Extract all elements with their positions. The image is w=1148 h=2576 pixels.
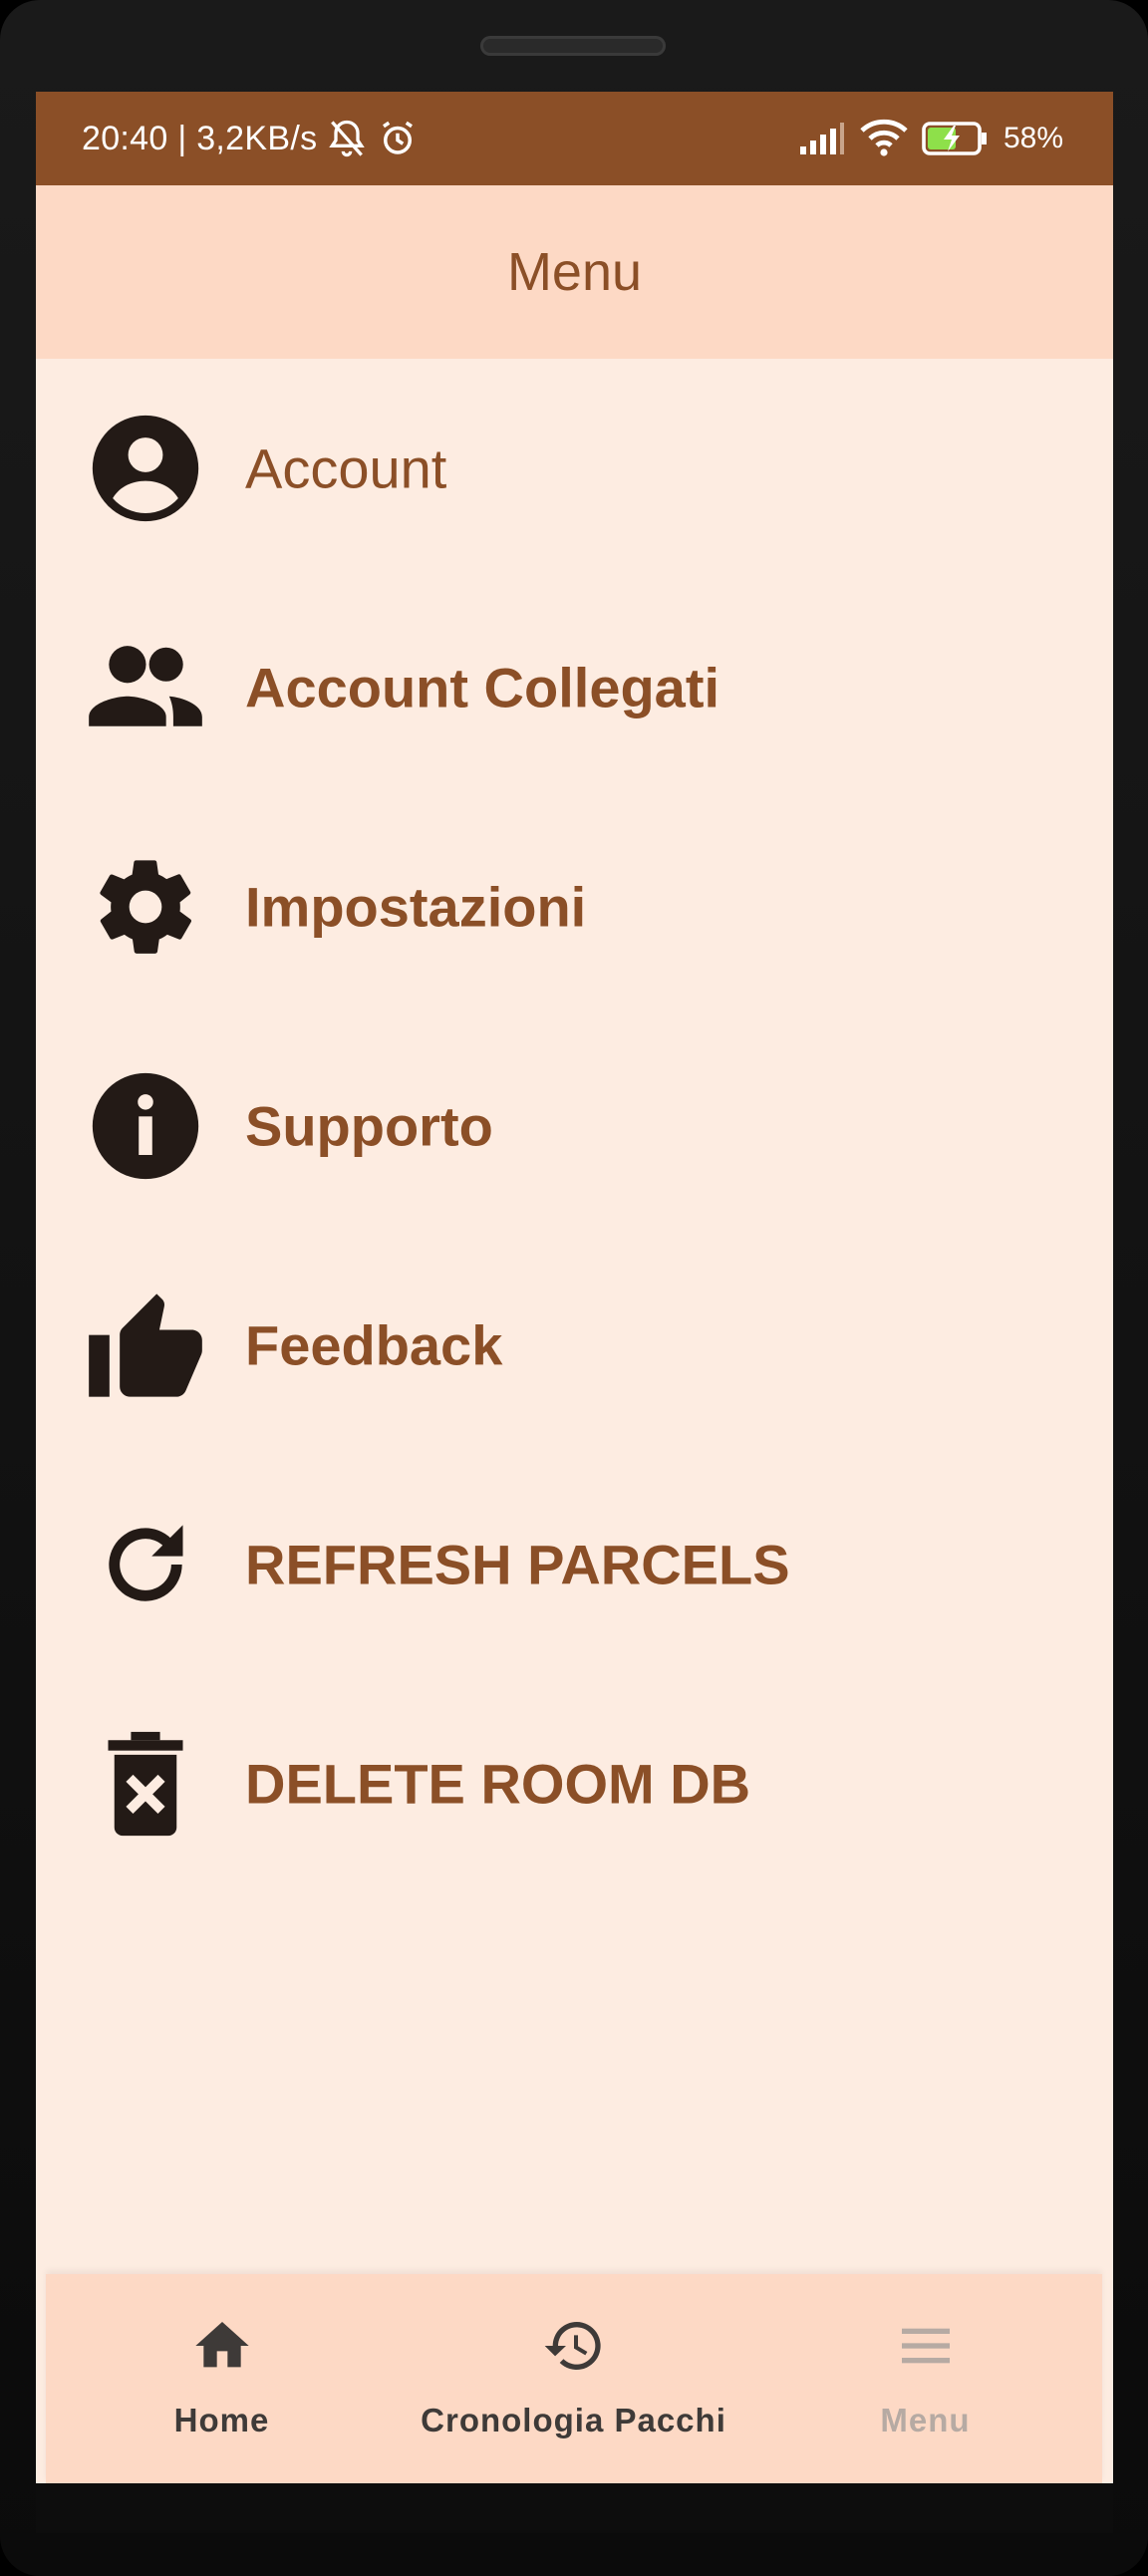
menu-item-label: Feedback xyxy=(245,1313,503,1377)
status-bar: 20:40 | 3,2KB/s 58% xyxy=(36,92,1113,185)
menu-item-label: DELETE ROOM DB xyxy=(245,1752,751,1816)
status-left: 20:40 | 3,2KB/s xyxy=(82,92,419,185)
nav-parcel-history-label: Cronologia Pacchi xyxy=(421,2402,726,2438)
wifi-icon xyxy=(860,119,908,156)
alarm-icon xyxy=(383,121,414,154)
account-circle-icon xyxy=(84,407,207,530)
status-time: 20:40 | 3,2KB/s xyxy=(82,119,318,157)
signal-icon xyxy=(799,123,844,154)
mute-icon xyxy=(329,120,366,157)
nav-home-label: Home xyxy=(173,2402,270,2438)
page-title: Menu xyxy=(506,242,643,302)
menu-item-support[interactable]: Supporto xyxy=(36,1016,1113,1236)
menu-item-feedback[interactable]: Feedback xyxy=(36,1236,1113,1455)
menu-item-label: Account Collegati xyxy=(245,656,720,719)
top-app-bar: Menu xyxy=(36,185,1113,359)
nav-parcel-history[interactable]: Cronologia Pacchi xyxy=(398,2274,749,2483)
menu-item-settings[interactable]: Impostazioni xyxy=(36,797,1113,1016)
status-right: 58% xyxy=(798,92,1063,185)
menu-item-linked-accounts[interactable]: Account Collegati xyxy=(36,578,1113,797)
menu-item-label: REFRESH PARCELS xyxy=(245,1533,790,1596)
battery-charging-icon xyxy=(922,122,987,155)
bottom-navigation: Home Cronologia Pacchi Menu xyxy=(46,2274,1102,2483)
thumb-up-icon xyxy=(84,1284,207,1407)
phone-frame: 20:40 | 3,2KB/s 58% Menu Account Account… xyxy=(0,0,1148,2576)
device-chin xyxy=(36,2483,1113,2533)
menu-item-label: Impostazioni xyxy=(245,875,587,939)
menu-item-account[interactable]: Account xyxy=(36,359,1113,578)
home-icon xyxy=(194,2322,249,2368)
menu-item-delete-room-db[interactable]: DELETE ROOM DB xyxy=(36,1674,1113,1893)
gear-icon xyxy=(84,845,207,969)
menu-icon xyxy=(901,2328,950,2364)
menu-item-refresh-parcels[interactable]: REFRESH PARCELS xyxy=(36,1455,1113,1674)
app-screen: 20:40 | 3,2KB/s 58% Menu Account Account… xyxy=(36,92,1113,2483)
battery-percent: 58% xyxy=(1003,122,1063,154)
nav-menu-label: Menu xyxy=(880,2402,971,2438)
menu-item-label: Account xyxy=(245,436,447,500)
nav-menu[interactable]: Menu xyxy=(749,2274,1101,2483)
people-icon xyxy=(84,626,207,749)
info-icon xyxy=(84,1064,207,1188)
history-icon xyxy=(544,2322,601,2370)
nav-home[interactable]: Home xyxy=(46,2274,398,2483)
delete-icon xyxy=(84,1722,207,1846)
menu-item-label: Supporto xyxy=(245,1094,493,1158)
refresh-icon xyxy=(84,1503,207,1626)
earpiece-speaker xyxy=(480,36,666,56)
